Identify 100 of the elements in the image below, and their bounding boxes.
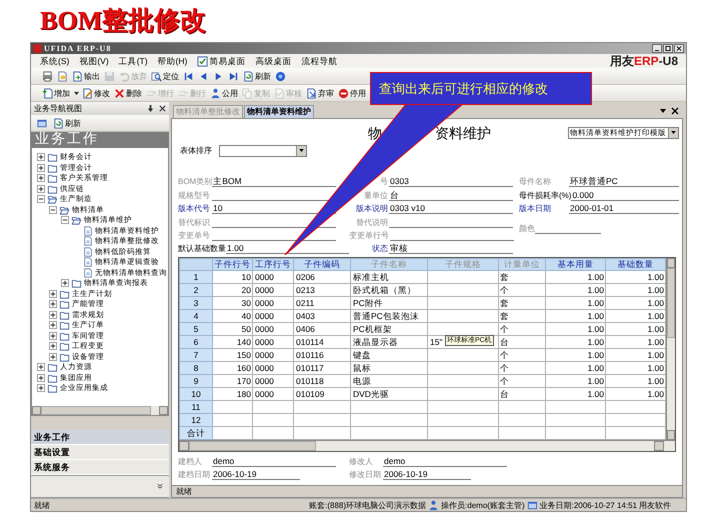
table-cell[interactable]: 010118 [294,374,350,388]
expand-toggle[interactable] [49,290,57,298]
table-cell[interactable]: 010116 [294,348,350,362]
menu-item[interactable]: 系统(S) [40,55,70,67]
field-value[interactable]: demo [383,456,507,468]
toolbar-button[interactable]: 弃审 [305,88,335,98]
document-icon[interactable] [57,70,68,82]
table-cell[interactable]: 键盘 [350,348,428,362]
table-cell[interactable]: 0213 [294,284,350,297]
expand-toggle[interactable] [37,384,45,392]
table-cell[interactable]: 10 [212,270,252,284]
menu-item[interactable]: 视图(V) [79,55,109,67]
expand-toggle[interactable] [37,164,45,172]
table-cell[interactable]: 套 [498,310,546,323]
table-cell[interactable]: 0406 [294,322,350,336]
table-cell[interactable]: 010114 [294,336,350,349]
table-cell[interactable]: 0000 [252,348,294,362]
table-cell[interactable]: 1.00 [546,388,606,401]
field-value[interactable]: 主BOM [212,176,336,188]
column-header[interactable]: 工序行号 [252,258,294,271]
table-cell[interactable]: 个 [498,284,546,297]
field-value[interactable]: 0303 [389,176,513,188]
table-cell[interactable]: 1.00 [606,322,666,336]
vertical-scrollbar[interactable] [666,258,675,440]
field-value[interactable]: 0303 v10 [389,203,513,214]
table-cell[interactable]: PC附件 [350,296,428,310]
toolbar-button[interactable]: 增加 [41,88,71,98]
left-arrow-icon[interactable] [198,70,209,82]
window-icon[interactable] [35,118,49,128]
table-cell[interactable]: 0000 [252,336,294,349]
table-cell[interactable]: 1.00 [606,310,666,323]
menu-item[interactable]: 高级桌面 [255,55,292,67]
table-cell[interactable]: 标准主机 [350,270,428,284]
table-cell[interactable]: 1.00 [546,270,606,284]
table-cell[interactable]: PC机框架 [350,322,428,336]
pin-icon[interactable] [147,105,154,112]
table-cell[interactable]: 1.00 [606,284,666,297]
table-cell[interactable]: 个 [498,348,546,362]
toolbar-button[interactable]: 公用 [209,88,239,98]
table-cell[interactable]: 0000 [252,322,294,336]
expand-toggle[interactable] [49,332,57,340]
column-header[interactable]: 基础数量 [606,258,666,271]
table-cell[interactable]: 0000 [252,310,294,323]
table-cell[interactable]: 0000 [252,296,294,310]
table-cell[interactable]: 1.00 [546,322,606,336]
table-cell[interactable]: 0000 [252,284,294,297]
table-cell[interactable]: 50 [212,322,252,336]
tab-controls-icon[interactable] [659,106,679,115]
module-button[interactable]: 基础设置 [31,445,169,460]
horizontal-scrollbar[interactable] [179,440,675,452]
toolbar-button[interactable]: 定位 [150,70,180,82]
table-cell[interactable]: 液晶显示器 [350,336,428,349]
table-cell[interactable]: 1.00 [606,296,666,310]
column-header[interactable]: 子件行号 [212,258,252,271]
menu-item[interactable]: 帮助(H) [158,55,188,67]
module-button[interactable]: 业务工作 [31,430,169,445]
expand-toggle[interactable] [49,342,57,350]
table-cell[interactable]: 20 [212,284,252,297]
table-cell[interactable]: 台 [498,388,546,401]
module-button[interactable]: 系统服务 [31,460,169,475]
toolbar-button[interactable]: 删除 [113,88,143,98]
dropdown-arrow-icon[interactable] [299,149,304,152]
field-value[interactable]: 台 [389,190,513,201]
toolbar-button[interactable]: 刷新 [242,70,272,82]
table-cell[interactable]: 1.00 [546,310,606,323]
menu-item[interactable]: 简易桌面 [197,55,246,67]
expand-toggle[interactable] [37,174,45,182]
skip-start-icon[interactable] [183,70,194,82]
field-value[interactable]: 2000-01-01 [569,203,679,214]
field-value[interactable]: 0.000 [571,190,679,201]
table-cell[interactable]: 0403 [294,310,350,323]
table-cell[interactable]: 010109 [294,388,350,401]
expand-toggle[interactable] [37,374,45,382]
caret-icon[interactable] [74,90,79,96]
menu-item[interactable]: 流程导航 [301,55,338,67]
table-cell[interactable]: 160 [212,362,252,375]
tab[interactable]: 物料清单资料维护 [244,104,314,118]
close-icon[interactable] [159,105,166,112]
table-cell[interactable]: 0211 [294,296,350,310]
horizontal-scrollbar[interactable] [31,406,169,416]
table-cell[interactable]: 1.00 [546,296,606,310]
toolbar-button[interactable]: 修改 [81,88,111,98]
dropdown-arrow-icon[interactable] [671,131,676,134]
table-cell[interactable]: 1.00 [546,374,606,388]
printer-icon[interactable] [42,70,53,82]
expand-toggle[interactable] [49,352,57,361]
table-cell[interactable]: 1.00 [606,362,666,375]
collapse-toggle[interactable] [49,206,57,214]
table-cell[interactable]: 1.00 [546,284,606,297]
chevron-icon[interactable] [157,483,163,490]
help-icon[interactable] [275,70,286,82]
table-cell[interactable]: 套 [498,296,546,310]
expand-toggle[interactable] [49,310,57,319]
column-header[interactable]: 基本用量 [546,258,606,271]
toolbar-button[interactable]: 输出 [71,70,101,82]
table-cell[interactable]: 1.00 [606,388,666,401]
table-cell[interactable]: 30 [212,296,252,310]
table-cell[interactable]: 1.00 [606,336,666,349]
expand-toggle[interactable] [37,363,45,372]
table-cell[interactable]: 170 [212,374,252,388]
